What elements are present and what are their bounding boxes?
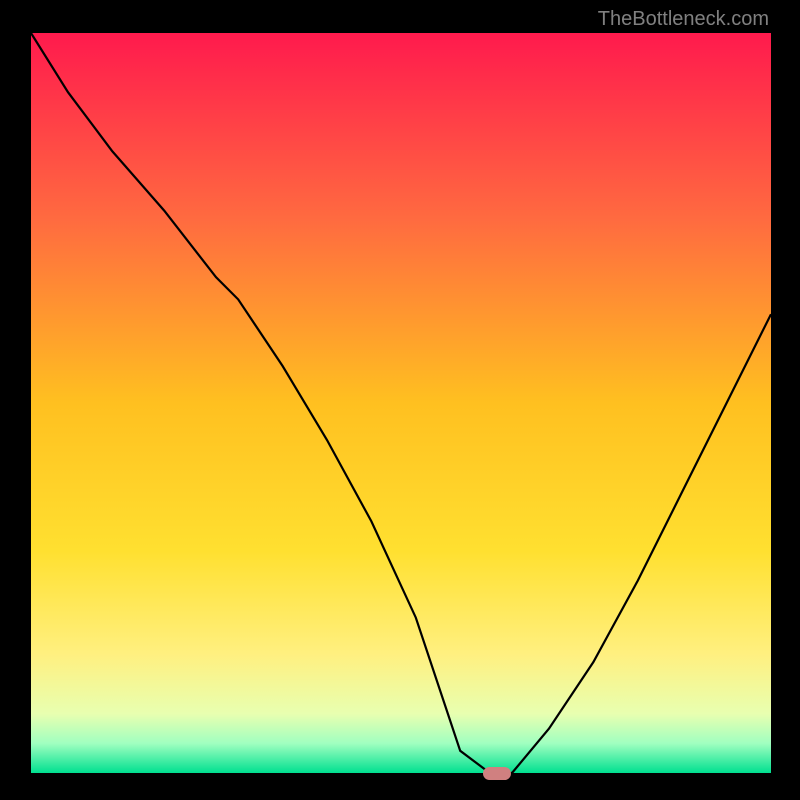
watermark-text: TheBottleneck.com: [598, 8, 769, 31]
gradient-background: [31, 33, 771, 773]
chart-area: [31, 33, 771, 773]
optimal-point-marker: [483, 767, 511, 780]
chart-svg: [31, 33, 771, 773]
